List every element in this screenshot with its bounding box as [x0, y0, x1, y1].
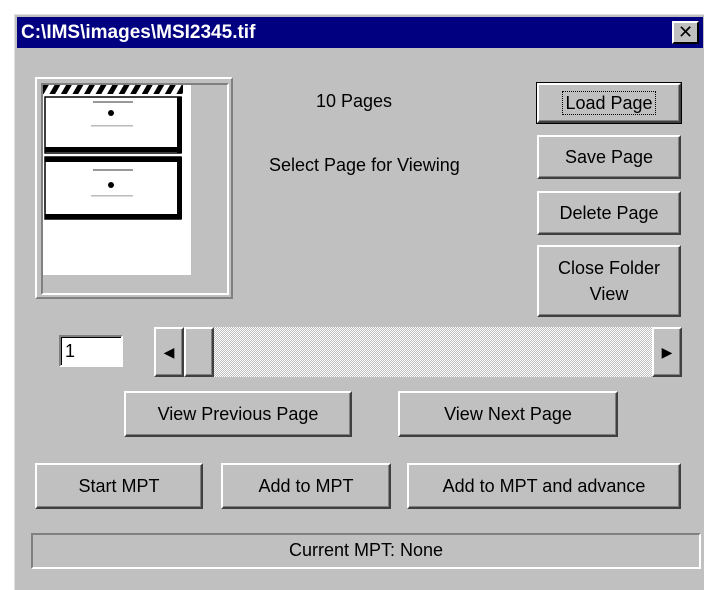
folder-view-dialog: C:\IMS\images\MSI2345.tif ✕ 10 Pages Sel…: [14, 14, 704, 590]
close-folder-view-line2: View: [589, 284, 629, 304]
close-folder-view-line1: Close Folder: [557, 258, 661, 278]
page-number-input[interactable]: 1: [59, 335, 123, 367]
close-icon[interactable]: ✕: [672, 21, 699, 44]
view-previous-page-button[interactable]: View Previous Page: [124, 391, 352, 437]
scroll-left-icon[interactable]: ◀: [154, 327, 184, 377]
window-title: C:\IMS\images\MSI2345.tif: [21, 22, 256, 43]
load-page-button-label: Load Page: [562, 91, 656, 115]
page-thumbnail-frame[interactable]: [35, 77, 233, 299]
page-scrollbar[interactable]: ◀ ▶: [154, 327, 682, 377]
page-thumbnail-image: [43, 85, 227, 293]
title-bar[interactable]: C:\IMS\images\MSI2345.tif ✕: [17, 17, 703, 48]
close-folder-view-button[interactable]: Close Folder View: [537, 245, 681, 317]
current-mpt-status: Current MPT: None: [31, 533, 701, 569]
page-count-label: 10 Pages: [316, 91, 393, 111]
view-next-page-button[interactable]: View Next Page: [398, 391, 618, 437]
start-mpt-button[interactable]: Start MPT: [35, 463, 203, 509]
scroll-right-icon[interactable]: ▶: [652, 327, 682, 377]
delete-page-button[interactable]: Delete Page: [537, 191, 681, 235]
add-to-mpt-button[interactable]: Add to MPT: [221, 463, 391, 509]
scroll-thumb[interactable]: [184, 327, 214, 377]
add-to-mpt-and-advance-button[interactable]: Add to MPT and advance: [407, 463, 681, 509]
instruction-label: Select Page for Viewing: [269, 155, 460, 175]
save-page-button[interactable]: Save Page: [537, 135, 681, 179]
load-page-button[interactable]: Load Page: [536, 82, 682, 124]
page-thumbnail: [41, 83, 229, 295]
